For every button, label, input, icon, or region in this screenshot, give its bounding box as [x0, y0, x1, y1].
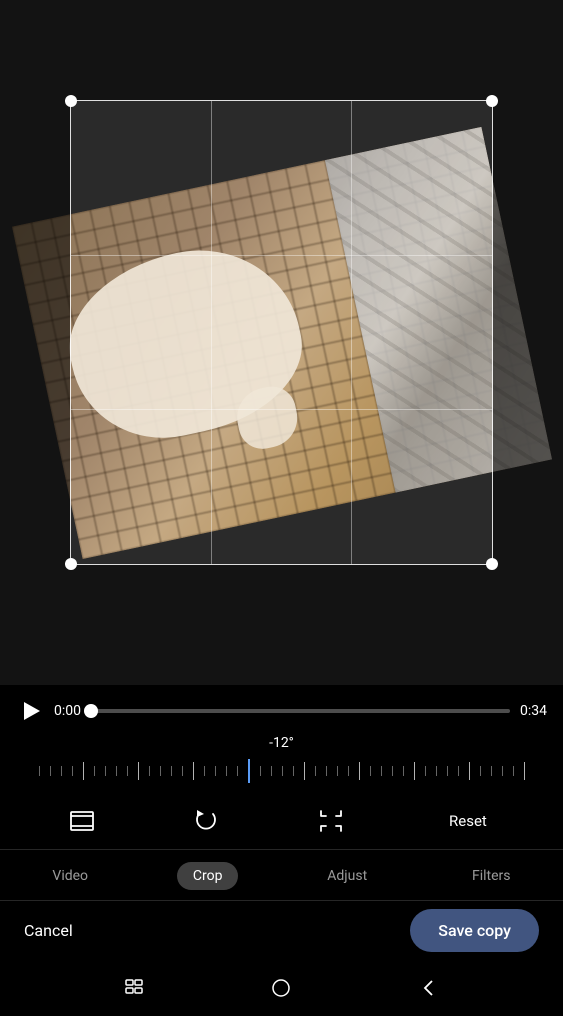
- recent-apps-button[interactable]: [118, 972, 150, 1004]
- tick: [337, 766, 338, 776]
- tick: [458, 766, 459, 776]
- image-area: [0, 0, 563, 685]
- controls-area: 0:00 0:34 -12°: [0, 685, 563, 1016]
- tick: [436, 766, 437, 776]
- crop-grid: [71, 101, 492, 564]
- timeline-thumb[interactable]: [84, 704, 98, 718]
- flip-icon: [313, 803, 349, 839]
- tick: [260, 766, 261, 776]
- rotate-icon: [188, 803, 224, 839]
- back-button[interactable]: [413, 972, 445, 1004]
- ruler-container[interactable]: [12, 753, 551, 789]
- tick: [381, 766, 382, 776]
- tab-filters[interactable]: Filters: [456, 862, 527, 890]
- tick: [315, 766, 316, 776]
- tick: [271, 766, 272, 776]
- aspect-ratio-button[interactable]: [64, 803, 100, 839]
- tick: [326, 766, 327, 776]
- flip-button[interactable]: [313, 803, 349, 839]
- tick: [127, 766, 128, 776]
- tick: [502, 766, 503, 776]
- crop-mask-left: [0, 100, 70, 565]
- tick: [204, 766, 205, 776]
- grid-line-h1: [71, 255, 492, 256]
- rotate-button[interactable]: [188, 803, 224, 839]
- reset-button[interactable]: Reset: [437, 804, 499, 838]
- tick: [171, 766, 172, 776]
- tick: [226, 766, 227, 776]
- tick: [370, 766, 371, 776]
- tick: [72, 766, 73, 776]
- tick: [61, 766, 62, 776]
- system-nav-bar: [0, 964, 563, 1016]
- ruler-ticks: [12, 753, 551, 789]
- handle-bottom-left[interactable]: [65, 558, 77, 570]
- grid-line-h2: [71, 409, 492, 410]
- crop-rect[interactable]: [70, 100, 493, 565]
- tick: [348, 766, 349, 776]
- save-copy-button[interactable]: Save copy: [410, 909, 539, 952]
- handle-bottom-right[interactable]: [486, 558, 498, 570]
- tab-adjust[interactable]: Adjust: [311, 862, 383, 890]
- tick: [513, 766, 514, 776]
- grid-line-v2: [351, 101, 352, 564]
- tick-active: [248, 759, 250, 783]
- tick: [425, 766, 426, 776]
- handle-top-right[interactable]: [486, 95, 498, 107]
- tick: [138, 762, 139, 780]
- aspect-ratio-icon: [64, 803, 100, 839]
- app-container: 0:00 0:34 -12°: [0, 0, 563, 1016]
- home-button[interactable]: [265, 972, 297, 1004]
- tab-video[interactable]: Video: [36, 862, 104, 890]
- time-end: 0:34: [520, 703, 547, 719]
- crop-mask-bottom: [0, 565, 563, 685]
- tick: [403, 766, 404, 776]
- tick: [193, 762, 194, 780]
- tick: [469, 762, 470, 780]
- tick: [524, 762, 525, 780]
- time-start: 0:00: [54, 703, 81, 719]
- handle-top-left[interactable]: [65, 95, 77, 107]
- tick: [304, 762, 305, 780]
- timeline-track[interactable]: [91, 709, 510, 713]
- tick: [94, 766, 95, 776]
- crop-overlay: [0, 0, 563, 685]
- tick: [293, 766, 294, 776]
- angle-display: -12°: [0, 735, 563, 751]
- action-bar: Cancel Save copy: [0, 901, 563, 964]
- tick: [83, 762, 84, 780]
- tick: [50, 766, 51, 776]
- tick: [215, 766, 216, 776]
- tick: [182, 766, 183, 776]
- tick: [392, 766, 393, 776]
- tick: [414, 762, 415, 780]
- tick: [282, 766, 283, 776]
- tab-bar: Video Crop Adjust Filters: [0, 850, 563, 900]
- grid-line-v1: [211, 101, 212, 564]
- crop-mask-right: [493, 100, 563, 565]
- play-button[interactable]: [16, 697, 44, 725]
- tick: [447, 766, 448, 776]
- tick: [105, 766, 106, 776]
- tool-row: Reset: [0, 793, 563, 849]
- tick: [359, 762, 360, 780]
- tick: [237, 766, 238, 776]
- tick: [149, 766, 150, 776]
- tick: [491, 766, 492, 776]
- timeline-row: 0:00 0:34: [0, 685, 563, 731]
- tick: [116, 766, 117, 776]
- tab-crop[interactable]: Crop: [177, 862, 239, 890]
- crop-mask-top: [0, 0, 563, 100]
- tick: [160, 766, 161, 776]
- cancel-button[interactable]: Cancel: [24, 921, 73, 940]
- play-icon: [24, 702, 40, 720]
- tick: [480, 766, 481, 776]
- tick: [39, 766, 40, 776]
